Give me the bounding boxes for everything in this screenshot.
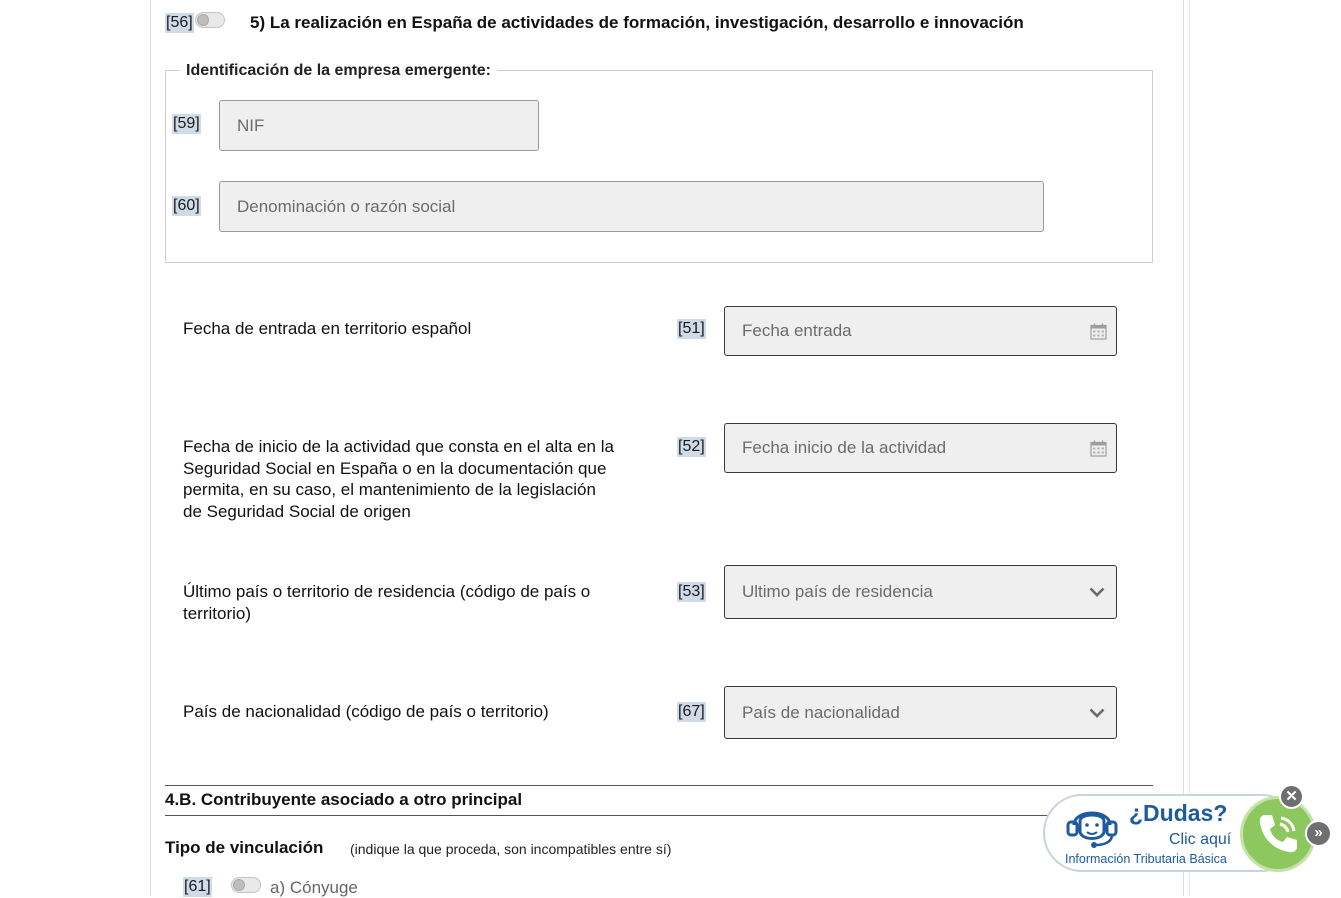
section-divider-top: [165, 785, 1153, 786]
code-52: [52]: [677, 437, 706, 457]
code-60: [60]: [172, 196, 201, 216]
calendar-icon[interactable]: [1090, 323, 1107, 340]
code-51: [51]: [677, 319, 706, 339]
nif-placeholder: NIF: [237, 115, 265, 135]
section4b-title: 4.B. Contribuyente asociado a otro princ…: [165, 790, 523, 809]
nif-input[interactable]: NIF: [219, 100, 539, 151]
code-56: [56]: [165, 13, 194, 33]
support-agent-icon: [1066, 811, 1118, 848]
fecha-inicio-placeholder: Fecha inicio de la actividad: [742, 438, 947, 457]
section5-toggle[interactable]: [195, 12, 225, 28]
content-left-border: [150, 0, 151, 896]
help-title[interactable]: ¿Dudas?: [1129, 798, 1227, 828]
fecha-entrada-input[interactable]: Fecha entrada: [724, 306, 1117, 356]
conyuge-toggle[interactable]: [231, 877, 261, 893]
chevron-down-icon: [1089, 708, 1105, 718]
vinculacion-title: Tipo de vinculación: [165, 838, 324, 857]
fecha-inicio-label-line: permita, en su caso, el mantenimiento de…: [183, 480, 596, 499]
toggle-knob: [233, 879, 245, 891]
empresa-fieldset: [165, 70, 1153, 263]
section-divider-bottom: [165, 815, 1153, 816]
fecha-entrada-placeholder: Fecha entrada: [742, 321, 852, 340]
help-link[interactable]: Clic aquí: [1169, 830, 1231, 850]
calendar-icon[interactable]: [1090, 440, 1107, 457]
nacionalidad-select[interactable]: País de nacionalidad: [724, 686, 1117, 739]
help-subtitle: Información Tributaria Básica: [1065, 852, 1227, 866]
conyuge-label: a) Cónyuge: [270, 878, 358, 897]
help-expand-button[interactable]: »: [1305, 820, 1332, 847]
nacionalidad-selected: País de nacionalidad: [742, 702, 900, 722]
fecha-inicio-label: Fecha de inicio de la actividad que cons…: [183, 436, 653, 522]
fecha-inicio-input[interactable]: Fecha inicio de la actividad: [724, 423, 1117, 473]
content-right-border: [1183, 0, 1184, 896]
chevron-down-icon: [1089, 587, 1105, 597]
toggle-knob: [197, 14, 209, 26]
fecha-inicio-label-line: de Seguridad Social de origen: [183, 501, 411, 521]
denominacion-placeholder: Denominación o razón social: [237, 196, 456, 216]
ultimo-pais-label-line: Último país o territorio de residencia (…: [183, 582, 591, 601]
help-close-button[interactable]: ✕: [1279, 784, 1304, 809]
fecha-entrada-label: Fecha de entrada en territorio español: [183, 319, 472, 338]
fecha-inicio-label-line: Fecha de inicio de la actividad que cons…: [183, 437, 614, 456]
denominacion-input[interactable]: Denominación o razón social: [219, 181, 1044, 232]
section5-title: 5) La realización en España de actividad…: [250, 13, 1024, 32]
page-right-border: [1189, 0, 1190, 896]
code-61: [61]: [183, 877, 212, 897]
fecha-inicio-label-line: Seguridad Social en España o en la docum…: [183, 458, 607, 478]
ultimo-pais-label: Último país o territorio de residencia (…: [183, 581, 653, 624]
nacionalidad-label: País de nacionalidad (código de país o t…: [183, 702, 549, 721]
code-67: [67]: [677, 702, 706, 722]
empresa-legend: Identificación de la empresa emergente:: [180, 60, 497, 82]
ultimo-pais-select[interactable]: Ultimo país de residencia: [724, 565, 1117, 619]
phone-icon: [1259, 815, 1297, 853]
code-59: [59]: [172, 114, 201, 134]
ultimo-pais-selected: Ultimo país de residencia: [742, 582, 933, 601]
ultimo-pais-label-line: territorio): [183, 603, 252, 623]
vinculacion-note: (indique la que proceda, son incompatibl…: [350, 841, 672, 857]
code-53: [53]: [677, 582, 706, 602]
